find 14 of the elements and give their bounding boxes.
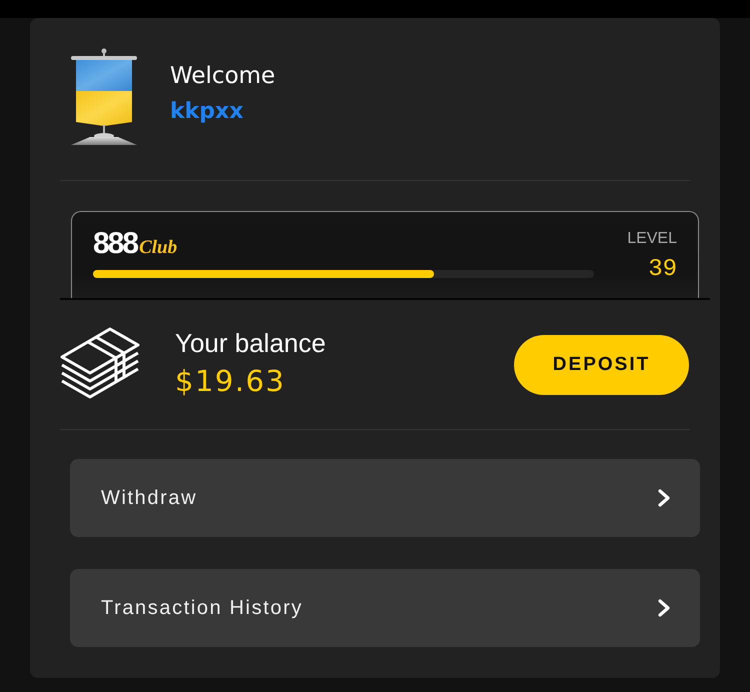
username: kkpxx	[170, 98, 244, 126]
deposit-button[interactable]: DEPOSIT	[514, 334, 689, 394]
logo-word: Club	[139, 238, 178, 258]
chevron-right-icon	[657, 489, 671, 507]
level-value: 39	[648, 257, 677, 283]
level-label: LEVEL	[627, 230, 677, 248]
logo-number: 888	[93, 230, 138, 258]
balance-amount: $19.63	[175, 364, 286, 398]
balance-label: Your balance	[175, 328, 326, 358]
menu-item[interactable]: Withdraw	[70, 459, 700, 537]
chevron-right-icon	[657, 599, 671, 617]
banner-flag-icon	[70, 48, 138, 146]
welcome-title: Welcome	[170, 62, 276, 90]
menu-item[interactable]: Transaction History	[70, 569, 700, 647]
